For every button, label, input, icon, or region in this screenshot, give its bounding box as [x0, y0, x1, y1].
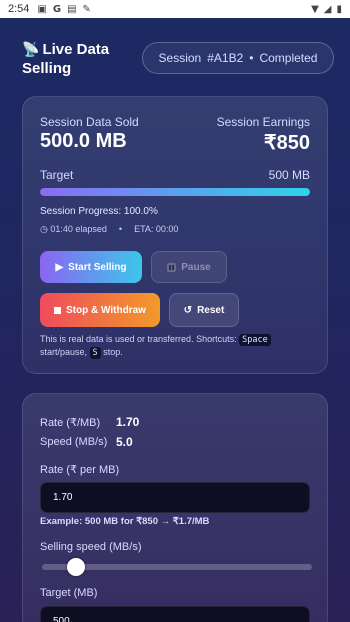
- data-sold-label: Session Data Sold: [40, 115, 139, 129]
- elapsed-time: ◷ 01:40 elapsed: [40, 224, 107, 235]
- signal-icon: ◢: [323, 3, 332, 15]
- start-selling-label: Start Selling: [68, 261, 127, 273]
- shortcuts-notice: This is real data is used or transferred…: [40, 333, 312, 359]
- play-icon: ▶: [55, 261, 64, 273]
- session-progress-bar: [40, 188, 310, 196]
- session-separator: •: [249, 51, 254, 65]
- target-label: Target: [40, 168, 74, 182]
- rate-value: 1.70: [116, 415, 140, 429]
- reset-button[interactable]: ↺ Reset: [169, 293, 239, 327]
- stop-icon: [54, 306, 62, 314]
- data-sold-value: 500.0 MB: [40, 130, 127, 152]
- speed-summary-row: Speed (MB/s) 5.0: [40, 435, 133, 449]
- session-progress-fill: [40, 188, 310, 196]
- kbd-s: S: [89, 347, 101, 359]
- satellite-icon: 📡: [22, 41, 40, 57]
- target-input[interactable]: 500: [40, 606, 310, 622]
- rate-summary-row: Rate (₹/MB) 1.70: [40, 415, 139, 429]
- session-id: #A1B2: [207, 51, 244, 65]
- kbd-space: Space: [239, 334, 271, 346]
- elapsed-text: 01:40 elapsed: [50, 224, 107, 234]
- pause-label: Pause: [181, 261, 211, 273]
- timing-separator: •: [118, 224, 123, 234]
- settings-card: Rate (₹/MB) 1.70 Speed (MB/s) 5.0 Rate (…: [22, 393, 328, 622]
- stop-withdraw-label: Stop & Withdraw: [66, 304, 146, 316]
- speed-value: 5.0: [116, 435, 133, 449]
- earnings-label: Session Earnings: [216, 115, 310, 129]
- wifi-icon: ▼: [311, 3, 319, 15]
- target-field-label: Target (MB): [40, 587, 98, 599]
- pause-button[interactable]: Pause: [151, 251, 227, 283]
- lock-icon: ▤: [67, 3, 77, 15]
- session-status: Completed: [259, 51, 318, 65]
- session-summary-card: Session Data Sold 500.0 MB Session Earni…: [22, 96, 328, 374]
- earnings-value: ₹850: [263, 132, 310, 154]
- stop-withdraw-button[interactable]: Stop & Withdraw: [40, 293, 160, 327]
- eta-text: ETA: 00:00: [134, 224, 179, 234]
- rate-input[interactable]: 1.70: [40, 482, 310, 513]
- pause-icon: [167, 262, 177, 272]
- speed-slider-thumb[interactable]: [67, 558, 85, 576]
- rate-example: Example: 500 MB for ₹850 → ₹1.7/MB: [40, 516, 210, 527]
- reset-label: Reset: [197, 304, 225, 316]
- image-icon: ▣: [37, 3, 47, 15]
- battery-icon: ▮: [336, 3, 342, 15]
- progress-text: Session Progress: 100.0%: [40, 206, 158, 217]
- status-bar: 2:54 ▣ G ▤ ✎ ▼ ◢ ▮: [0, 0, 350, 18]
- rate-label: Rate (₹/MB): [40, 417, 101, 429]
- notice-end-text: stop.: [103, 347, 123, 357]
- status-time: 2:54: [8, 3, 30, 15]
- speed-label: Speed (MB/s): [40, 436, 108, 448]
- page-title: 📡 Live Data Selling: [22, 40, 142, 78]
- app-header: 📡 Live Data Selling Session #A1B2 • Compl…: [22, 34, 334, 84]
- speed-field-label: Selling speed (MB/s): [40, 541, 142, 553]
- start-selling-button[interactable]: ▶ Start Selling: [40, 251, 142, 283]
- timing-row: ◷ 01:40 elapsed • ETA: 00:00: [40, 224, 178, 235]
- google-icon: G: [52, 3, 62, 15]
- rate-field-label: Rate (₹ per MB): [40, 464, 120, 476]
- reset-icon: ↺: [183, 304, 193, 316]
- session-label: Session: [158, 51, 202, 65]
- clock-icon: ◷: [40, 224, 51, 234]
- notice-mid-text: start/pause,: [40, 347, 88, 357]
- wrench-icon: ✎: [82, 3, 91, 15]
- target-value: 500 MB: [268, 168, 310, 182]
- session-badge: Session #A1B2 • Completed: [142, 42, 334, 74]
- notice-text: This is real data is used or transferred…: [40, 334, 237, 344]
